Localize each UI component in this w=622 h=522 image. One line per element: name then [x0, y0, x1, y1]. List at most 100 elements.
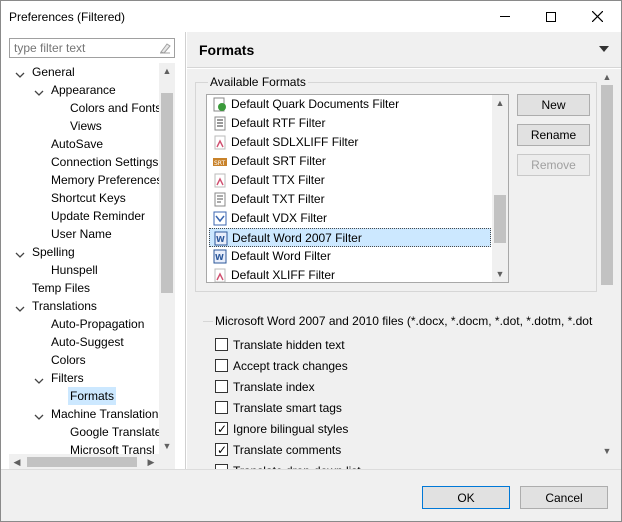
checkbox-checked-icon[interactable] [215, 420, 228, 438]
tree-item-label: Translations [32, 299, 97, 313]
page-content: Available Formats Default XLIFF Filter W D… [187, 69, 621, 478]
cancel-button[interactable]: Cancel [520, 486, 608, 509]
option-label: Translate hidden text [233, 338, 345, 352]
preferences-navigation: General Appearance Colors and Fonts Views Au… [1, 32, 178, 470]
format-list-item[interactable]: Default TTX Filter [209, 171, 491, 190]
format-list-item[interactable]: Default SDLXLIFF Filter [209, 133, 491, 152]
option-label: Translate smart tags [233, 401, 342, 415]
tree-item-label: Memory Preferences [51, 173, 159, 187]
formats-list-scrollbar[interactable]: ▲ ▼ [492, 95, 508, 282]
formats-page: Formats Available Formats Default XLIFF … [187, 32, 621, 478]
tree-item-label: Formats [68, 387, 117, 405]
checkbox-unchecked-icon[interactable] [215, 359, 228, 372]
word-icon: W [213, 249, 227, 264]
option-label: Accept track changes [233, 359, 348, 373]
quark-icon [213, 97, 227, 112]
scroll-thumb[interactable] [161, 93, 173, 293]
window-title: Preferences (Filtered) [9, 10, 126, 24]
new-button[interactable]: New [517, 94, 590, 116]
checkbox-unchecked-icon[interactable] [215, 401, 228, 414]
format-list-item[interactable]: SRT Default SRT Filter [209, 152, 491, 171]
format-list-item[interactable]: W Default Word 2007 Filter [209, 228, 491, 247]
tree-vertical-scrollbar[interactable]: ▲ ▼ [159, 63, 175, 454]
vdx-icon [213, 211, 227, 226]
dialog-button-bar: OK Cancel [1, 469, 621, 521]
tree-item-label: Microsoft Transl [70, 443, 155, 454]
word-icon: W [214, 231, 228, 246]
format-list-item[interactable]: Default Quark Documents Filter [209, 95, 491, 114]
option-label: Ignore bilingual styles [233, 422, 349, 436]
format-label: Default TXT Filter [231, 192, 325, 206]
pane-splitter[interactable] [185, 32, 186, 469]
format-label: Default TTX Filter [231, 173, 325, 187]
page-title: Formats [199, 42, 255, 58]
tree-item-label: User Name [51, 227, 112, 241]
title-bar[interactable]: Preferences (Filtered) [1, 1, 621, 32]
tree-item-label: Auto-Propagation [51, 317, 145, 331]
scroll-left-icon[interactable]: ◀ [9, 454, 25, 470]
rename-button[interactable]: Rename [517, 124, 590, 146]
option-label: Translate index [233, 380, 315, 394]
chevron-down-icon[interactable] [15, 301, 25, 312]
format-label: Default Quark Documents Filter [231, 97, 400, 111]
filter-input[interactable] [10, 39, 150, 57]
tree-item-label: Temp Files [32, 281, 91, 295]
remove-button[interactable]: Remove [517, 154, 590, 176]
scroll-up-icon[interactable]: ▲ [159, 63, 175, 79]
tree-item-label: Appearance [51, 83, 116, 97]
svg-text:SRT: SRT [214, 160, 226, 167]
tree-item-label: General [32, 65, 75, 79]
tree-item-label: Spelling [32, 245, 75, 259]
format-label: Default SDLXLIFF Filter [231, 135, 359, 149]
scroll-right-icon[interactable]: ▶ [143, 454, 159, 470]
preferences-window: Preferences (Filtered) General Appearance… [0, 0, 622, 522]
tree-item-label: Colors and Fonts [70, 101, 159, 115]
checkbox-unchecked-icon[interactable] [215, 380, 228, 393]
chevron-down-icon[interactable] [34, 85, 44, 96]
tree-item-label: Auto-Suggest [51, 335, 124, 349]
format-label: Default Word Filter [231, 249, 331, 263]
close-button[interactable] [574, 1, 620, 32]
checkbox-checked-icon[interactable] [215, 441, 228, 459]
txt-icon [213, 192, 227, 207]
format-list-item[interactable]: Default RTF Filter [209, 114, 491, 133]
page-vertical-scrollbar[interactable]: ▲ ▼ [599, 69, 615, 459]
format-label: Default RTF Filter [231, 116, 326, 130]
ok-button[interactable]: OK [422, 486, 510, 509]
close-icon [591, 11, 603, 22]
maximize-button[interactable] [528, 1, 574, 32]
scroll-thumb[interactable] [27, 457, 137, 467]
clear-filter-icon[interactable] [159, 42, 171, 54]
scroll-up-icon[interactable]: ▲ [599, 69, 615, 85]
xliff-icon [213, 268, 227, 282]
ttx-icon [213, 173, 227, 188]
preferences-tree: General Appearance Colors and Fonts Views Au… [9, 63, 159, 454]
formats-list[interactable]: Default XLIFF Filter W Default Word Filter… [206, 94, 509, 283]
format-list-item[interactable]: Default VDX Filter [209, 209, 491, 228]
chevron-down-icon[interactable] [15, 67, 25, 78]
scroll-down-icon[interactable]: ▼ [159, 438, 175, 454]
scroll-down-icon[interactable]: ▼ [492, 266, 508, 282]
view-menu-icon[interactable] [599, 46, 609, 52]
scroll-thumb[interactable] [601, 85, 613, 285]
scroll-down-icon[interactable]: ▼ [599, 443, 615, 459]
filter-box [9, 38, 175, 58]
tree-item-label: Machine Translation [51, 407, 159, 421]
tree-horizontal-scrollbar[interactable]: ◀ ▶ [9, 454, 175, 470]
scroll-up-icon[interactable]: ▲ [492, 95, 508, 111]
tree-item-label: AutoSave [51, 137, 104, 151]
checkbox-unchecked-icon[interactable] [215, 338, 228, 351]
format-list-item[interactable]: W Default Word Filter [209, 247, 491, 266]
chevron-down-icon[interactable] [34, 373, 44, 384]
tree-item-label: Update Reminder [51, 209, 146, 223]
format-label: Default VDX Filter [231, 211, 328, 225]
chevron-down-icon[interactable] [34, 409, 44, 420]
format-list-item[interactable]: Default XLIFF Filter [209, 266, 491, 282]
chevron-down-icon[interactable] [15, 247, 25, 258]
minimize-button[interactable] [482, 1, 528, 32]
tree-item-label: Colors [51, 353, 86, 367]
scroll-thumb[interactable] [494, 195, 506, 243]
page-header: Formats [187, 32, 621, 68]
sdlxliff-icon [213, 135, 227, 150]
format-list-item[interactable]: Default TXT Filter [209, 190, 491, 209]
